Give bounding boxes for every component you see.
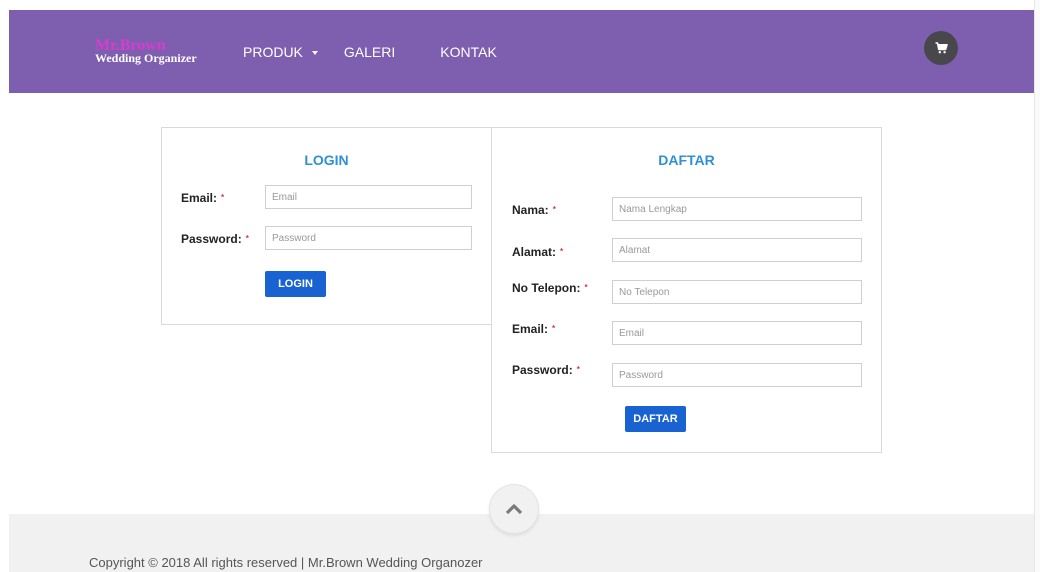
nama-input[interactable] <box>612 197 862 221</box>
alamat-label-text: Alamat: <box>512 245 557 259</box>
no-telepon-label-text: No Telepon: <box>512 281 581 295</box>
nav-item-label: KONTAK <box>440 44 497 60</box>
no-telepon-input[interactable] <box>612 280 862 304</box>
password-label-text: Password: <box>181 232 242 246</box>
login-email-input[interactable] <box>265 185 472 209</box>
required-mark: * <box>245 234 249 243</box>
no-telepon-label: No Telepon: * <box>512 281 588 295</box>
email-label-text: Email: <box>512 322 549 336</box>
password-label: Password: * <box>512 363 580 377</box>
email-label: Email: * <box>181 191 224 205</box>
nav-item-label: GALERI <box>343 44 396 60</box>
password-label: Password: * <box>181 232 249 246</box>
nama-label-text: Nama: <box>512 203 549 217</box>
nama-label: Nama: * <box>512 203 556 217</box>
login-panel: LOGIN Email:* Password:* LOGIN <box>161 127 492 325</box>
navbar: Mr.Brown Wedding Organizer PRODUK GALERI… <box>9 10 1036 93</box>
alamat-label: Alamat: * <box>512 245 563 259</box>
required-mark: * <box>221 193 225 202</box>
required-mark: * <box>584 283 588 292</box>
brand-tagline: Wedding Organizer <box>95 51 197 65</box>
required-mark: * <box>560 247 564 256</box>
brand-logo[interactable]: Mr.Brown Wedding Organizer <box>95 38 197 65</box>
nav-item-label: PRODUK <box>243 44 303 60</box>
nav-item-galeri[interactable]: GALERI <box>344 44 395 60</box>
required-mark: * <box>576 365 580 374</box>
password-label-text: Password: <box>512 363 573 377</box>
main-nav: PRODUK GALERI KONTAK <box>243 44 497 60</box>
scroll-to-top-button[interactable] <box>489 484 539 534</box>
nav-item-kontak[interactable]: KONTAK <box>440 44 497 60</box>
email-label: Email: * <box>512 322 555 336</box>
scrollbar-track[interactable] <box>1034 0 1040 572</box>
daftar-email-input[interactable] <box>612 321 862 345</box>
daftar-panel: DAFTAR Nama:* Alamat:* No Telepon:* Emai… <box>491 127 882 453</box>
shopping-cart-icon <box>935 42 948 54</box>
alamat-input[interactable] <box>612 238 862 262</box>
chevron-up-icon <box>505 504 523 515</box>
login-button[interactable]: LOGIN <box>265 271 326 297</box>
required-mark: * <box>552 324 556 333</box>
nav-item-produk[interactable]: PRODUK <box>243 44 318 60</box>
caret-down-icon <box>311 50 318 55</box>
cart-button[interactable] <box>924 31 958 65</box>
page: Mr.Brown Wedding Organizer PRODUK GALERI… <box>0 0 1040 572</box>
daftar-password-input[interactable] <box>612 363 862 387</box>
required-mark: * <box>552 205 556 214</box>
login-password-input[interactable] <box>265 226 472 250</box>
copyright-text: Copyright © 2018 All rights reserved | M… <box>89 555 483 570</box>
login-title: LOGIN <box>304 152 349 168</box>
email-label-text: Email: <box>181 191 218 205</box>
daftar-title: DAFTAR <box>658 152 715 168</box>
daftar-button[interactable]: DAFTAR <box>625 406 686 432</box>
